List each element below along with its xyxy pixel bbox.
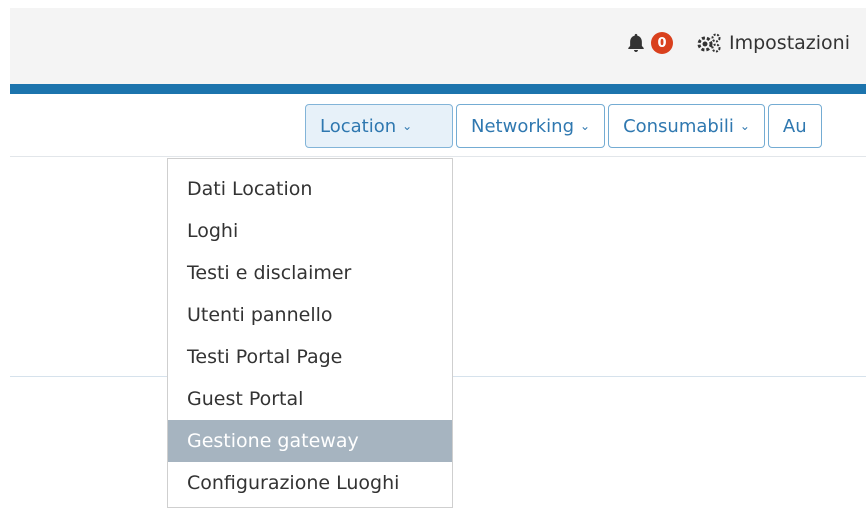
tab-consumabili[interactable]: Consumabili ⌄ [608,104,765,148]
menu-item-utenti-pannello[interactable]: Utenti pannello [168,294,452,336]
tab-location[interactable]: Location ⌄ [305,104,453,148]
header-actions: 0 Impostazioni [625,32,850,54]
header-accent-line [10,84,866,94]
menu-item-loghi[interactable]: Loghi [168,210,452,252]
location-dropdown-menu: Dati Location Loghi Testi e disclaimer U… [167,158,453,508]
nav-tabs: Location ⌄ Networking ⌄ Consumabili ⌄ Au [305,104,825,148]
menu-item-gestione-gateway[interactable]: Gestione gateway [168,420,452,462]
menu-item-configurazione-luoghi[interactable]: Configurazione Luoghi [168,462,452,504]
chevron-down-icon: ⌄ [402,119,413,133]
bell-icon[interactable] [625,32,647,54]
menu-item-guest-portal[interactable]: Guest Portal [168,378,452,420]
tab-label: Networking [471,115,574,137]
tab-au[interactable]: Au [767,104,822,148]
menu-item-testi-portal-page[interactable]: Testi Portal Page [168,336,452,378]
cogs-icon[interactable] [695,32,723,54]
notification-count-badge[interactable]: 0 [651,32,673,54]
settings-link[interactable]: Impostazioni [729,32,850,54]
chevron-down-icon: ⌄ [580,119,591,133]
chevron-down-icon: ⌄ [739,119,750,133]
menu-item-testi-disclaimer[interactable]: Testi e disclaimer [168,252,452,294]
tab-label: Location [320,115,397,137]
tab-label: Au [782,115,807,137]
tab-label: Consumabili [623,115,734,137]
tab-networking[interactable]: Networking ⌄ [456,104,606,148]
menu-item-dati-location[interactable]: Dati Location [168,168,452,210]
